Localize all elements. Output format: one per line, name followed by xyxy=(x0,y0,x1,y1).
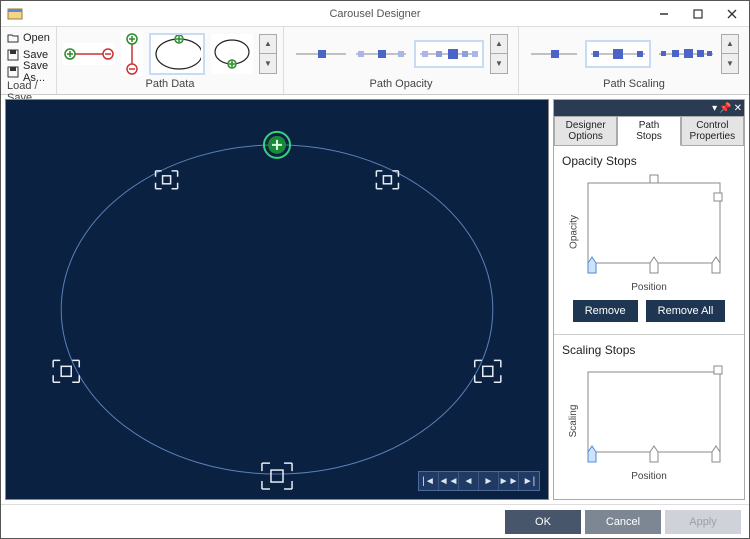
saveas-icon xyxy=(7,66,19,78)
scaling-stops-chart[interactable]: Scaling Position xyxy=(562,361,736,481)
cancel-button[interactable]: Cancel xyxy=(585,510,661,534)
dialog-footer: OK Cancel Apply xyxy=(1,504,749,538)
last-button[interactable]: ►| xyxy=(519,472,539,490)
prev-button[interactable]: ◄ xyxy=(459,472,479,490)
first-button[interactable]: |◄ xyxy=(419,472,439,490)
tab-path-stops[interactable]: Path Stops xyxy=(617,116,680,146)
opacity-spinner[interactable]: ▲ ▼ xyxy=(490,34,508,74)
scaling-spinner[interactable]: ▲ ▼ xyxy=(721,34,739,74)
panel-close-icon[interactable]: ✕ xyxy=(734,103,742,114)
panel-header: ▾ 📌 ✕ xyxy=(554,100,744,116)
design-canvas[interactable]: |◄ ◄◄ ◄ ► ►► ►| xyxy=(5,99,549,500)
forward-button[interactable]: ►► xyxy=(499,472,519,490)
scaling-stops-title: Scaling Stops xyxy=(562,343,736,357)
minimize-button[interactable] xyxy=(647,1,681,27)
right-panel: ▾ 📌 ✕ Designer Options Path Stops Contro… xyxy=(553,99,745,500)
opacity-preset-2[interactable] xyxy=(354,44,408,64)
title-bar: Carousel Designer xyxy=(1,1,749,27)
chevron-down-icon[interactable]: ▼ xyxy=(260,54,276,73)
scaling-xlabel: Position xyxy=(631,471,667,482)
panel-body: Opacity Stops Opacity Position xyxy=(554,146,744,499)
window-controls xyxy=(647,1,749,27)
ok-button[interactable]: OK xyxy=(505,510,581,534)
opacity-ylabel: Opacity xyxy=(568,215,579,249)
ribbon: Open Save Save As... Load / Save xyxy=(1,27,749,95)
panel-pin-icon[interactable]: 📌 xyxy=(719,103,731,114)
opacity-removeall-button[interactable]: Remove All xyxy=(646,300,726,322)
ribbon-group-pathscaling: ▲ ▼ Path Scaling xyxy=(519,27,749,94)
opacity-stops-section: Opacity Stops Opacity Position xyxy=(554,146,744,334)
pathdata-spinner[interactable]: ▲ ▼ xyxy=(259,34,277,74)
group-label-pathscaling: Path Scaling xyxy=(603,78,665,92)
scaling-ylabel: Scaling xyxy=(568,405,579,438)
playback-controls: |◄ ◄◄ ◄ ► ►► ►| xyxy=(418,471,540,491)
ribbon-group-pathdata: ▲ ▼ Path Data xyxy=(57,27,284,94)
maximize-button[interactable] xyxy=(681,1,715,27)
panel-dropdown-icon[interactable]: ▾ xyxy=(712,103,717,114)
open-button[interactable]: Open xyxy=(7,30,50,46)
apply-button: Apply xyxy=(665,510,741,534)
group-label-pathopacity: Path Opacity xyxy=(370,78,433,92)
scaling-preset-3[interactable] xyxy=(657,44,715,64)
panel-tabs: Designer Options Path Stops Control Prop… xyxy=(554,116,744,146)
open-icon xyxy=(7,32,19,44)
save-icon xyxy=(7,49,19,61)
scaling-stops-section: Scaling Stops Scaling Position xyxy=(554,335,744,493)
opacity-stops-chart[interactable]: Opacity Position xyxy=(562,172,736,292)
ribbon-group-loadsave: Open Save Save As... Load / Save xyxy=(1,27,57,94)
ellipse-shape-button[interactable] xyxy=(149,33,205,75)
opacity-xlabel: Position xyxy=(631,282,667,293)
scaling-preset-1[interactable] xyxy=(529,44,579,64)
group-label-pathdata: Path Data xyxy=(146,78,195,92)
workspace: |◄ ◄◄ ◄ ► ►► ►| ▾ 📌 ✕ Designer Options P… xyxy=(1,95,749,504)
opacity-stops-title: Opacity Stops xyxy=(562,154,736,168)
rewind-button[interactable]: ◄◄ xyxy=(439,472,459,490)
ribbon-group-pathopacity: ▲ ▼ Path Opacity xyxy=(284,27,519,94)
tab-control-properties[interactable]: Control Properties xyxy=(681,116,744,146)
opacity-preset-1[interactable] xyxy=(294,44,348,64)
tab-designer-options[interactable]: Designer Options xyxy=(554,116,617,146)
opacity-preset-3[interactable] xyxy=(414,40,484,68)
chevron-down-icon[interactable]: ▼ xyxy=(491,54,507,73)
chevron-down-icon[interactable]: ▼ xyxy=(722,54,738,73)
next-button[interactable]: ► xyxy=(479,472,499,490)
chevron-up-icon[interactable]: ▲ xyxy=(722,35,738,54)
line-shape-button[interactable] xyxy=(63,43,115,65)
open-label: Open xyxy=(23,32,50,44)
opacity-remove-button[interactable]: Remove xyxy=(573,300,638,322)
chevron-up-icon[interactable]: ▲ xyxy=(260,35,276,54)
close-button[interactable] xyxy=(715,1,749,27)
scaling-preset-2[interactable] xyxy=(585,40,651,68)
line-vertical-shape-button[interactable] xyxy=(121,32,143,76)
carousel-path xyxy=(6,100,548,499)
window-title: Carousel Designer xyxy=(1,8,749,20)
ellipse-bottom-shape-button[interactable] xyxy=(211,34,253,74)
saveas-button[interactable]: Save As... xyxy=(7,64,50,80)
chevron-up-icon[interactable]: ▲ xyxy=(491,35,507,54)
canvas-wrap: |◄ ◄◄ ◄ ► ►► ►| xyxy=(1,95,553,504)
